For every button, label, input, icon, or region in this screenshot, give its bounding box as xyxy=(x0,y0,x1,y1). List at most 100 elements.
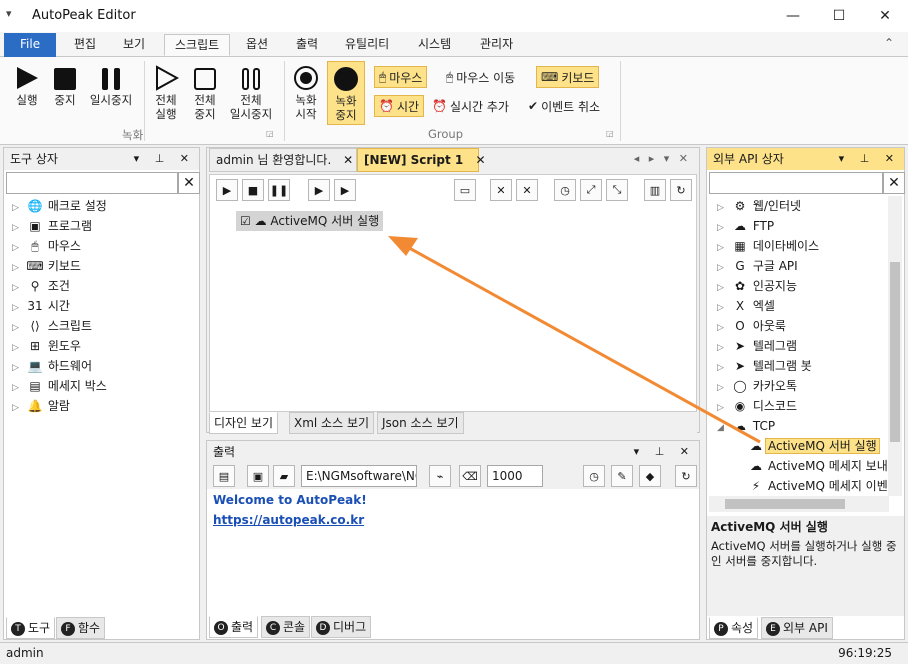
output-path-input[interactable]: E:\NGMsoftware\NG xyxy=(301,465,417,487)
close-icon[interactable]: ✕ xyxy=(343,153,353,167)
expand-arrow-icon[interactable]: ▷ xyxy=(717,278,731,298)
expand-arrow-icon[interactable]: ▷ xyxy=(12,198,26,218)
clear-search-button[interactable]: ✕ xyxy=(883,172,905,194)
pause-icon[interactable]: ❚❚ xyxy=(268,179,290,201)
clock-icon[interactable]: ◷ xyxy=(583,465,605,487)
tool-tree-item[interactable]: ▷ 🌐 매크로 설정 xyxy=(12,196,107,216)
stop-all-button[interactable]: 전체 중지 xyxy=(188,61,222,121)
dialog-launcher-icon[interactable]: ◲ xyxy=(606,129,614,138)
keyboard-record-toggle[interactable]: ⌨ 키보드 xyxy=(536,66,600,88)
tool-tree-item[interactable]: ▷ 💻 하드웨어 xyxy=(12,356,92,376)
tool-tree-item[interactable]: ▷ 31 시간 xyxy=(12,296,70,316)
tool-tree-item[interactable]: ▷ ▣ 프로그램 xyxy=(12,216,92,236)
dialog-launcher-icon[interactable]: ◲ xyxy=(266,129,274,138)
record-start-button[interactable]: 녹화 시작 xyxy=(288,61,324,121)
close-icon[interactable]: ✕ xyxy=(475,153,485,167)
api-tree-item[interactable]: ▷ ➤ 텔레그램 xyxy=(717,336,797,356)
expand-arrow-icon[interactable]: ▷ xyxy=(12,358,26,378)
expand-arrow-icon[interactable]: ▷ xyxy=(12,278,26,298)
tool-tree-item[interactable]: ▷ ▤ 메세지 박스 xyxy=(12,376,107,396)
tab-debug[interactable]: D 디버그 xyxy=(311,616,372,638)
minimize-button[interactable]: — xyxy=(770,0,816,32)
expand-arrow-icon[interactable]: ▷ xyxy=(12,298,26,318)
output-link[interactable]: https://autopeak.co.kr xyxy=(213,513,364,527)
doc-tab-script1[interactable]: [NEW] Script 1 ✕ xyxy=(357,148,486,172)
maximize-button[interactable]: ☐ xyxy=(816,0,862,32)
eraser-icon[interactable]: ⌫ xyxy=(459,465,481,487)
api-tree-item[interactable]: ▷ O 아웃룩 xyxy=(717,316,786,336)
api-tree-child[interactable]: ☁ ActiveMQ 서버 실행 xyxy=(747,436,880,456)
tab-external-api[interactable]: E 외부 API xyxy=(761,617,833,639)
api-tree-item[interactable]: ▷ G 구글 API xyxy=(717,256,798,276)
expand-arrow-icon[interactable]: ▷ xyxy=(12,258,26,278)
api-search-input[interactable] xyxy=(709,172,883,194)
tab-script[interactable]: 스크립트 xyxy=(164,34,231,56)
clock-icon[interactable]: ◷ xyxy=(554,179,576,201)
time-record-toggle[interactable]: ⏰ 시간 xyxy=(374,95,425,117)
realtime-add-toggle[interactable]: ⏰ 실시간 추가 xyxy=(428,95,513,117)
tool-tree-item[interactable]: ▷ ⌨ 키보드 xyxy=(12,256,81,276)
trash-icon[interactable]: ▥ xyxy=(644,179,666,201)
run-button[interactable]: 실행 xyxy=(10,61,44,107)
tool-tree-item[interactable]: ▷ ⚲ 조건 xyxy=(12,276,70,296)
expand-arrow-icon[interactable]: ▷ xyxy=(717,338,731,358)
expand-arrow-icon[interactable]: ▷ xyxy=(12,378,26,398)
vertical-scrollbar[interactable] xyxy=(888,196,902,496)
expand-icon[interactable]: ⤢ xyxy=(580,179,602,201)
save-icon[interactable]: ▣ xyxy=(247,465,269,487)
system-menu-icon[interactable]: ▾ xyxy=(6,7,12,20)
clear-search-button[interactable]: ✕ xyxy=(178,172,200,194)
stop-icon[interactable]: ■ xyxy=(242,179,264,201)
tab-design-view[interactable]: 디자인 보기 xyxy=(209,412,279,434)
expand-arrow-icon[interactable]: ▷ xyxy=(717,298,731,318)
api-tree-item[interactable]: ▷ ✿ 인공지능 xyxy=(717,276,797,296)
fill-icon[interactable]: ◆ xyxy=(639,465,661,487)
pause-all-button[interactable]: 전체 일시중지 xyxy=(226,61,276,121)
expand-arrow-icon[interactable]: ▷ xyxy=(717,378,731,398)
mouse-record-toggle[interactable]: 🖱 마우스 xyxy=(374,66,428,88)
expand-arrow-icon[interactable]: ▷ xyxy=(717,358,731,378)
panel-controls[interactable]: ▾ ⊥ ✕ xyxy=(839,148,900,170)
mouse-move-toggle[interactable]: 🖱 마우스 이동 xyxy=(442,66,519,88)
clean-icon[interactable]: ⌁ xyxy=(429,465,451,487)
delete-all-icon[interactable]: ✕ xyxy=(516,179,538,201)
api-tree-item[interactable]: ▷ ☁ FTP xyxy=(717,216,774,236)
horizontal-scrollbar[interactable] xyxy=(709,496,889,512)
image-icon[interactable]: ▭ xyxy=(454,179,476,201)
tab-tools[interactable]: T 도구 xyxy=(6,617,56,639)
expand-arrow-icon[interactable]: ▷ xyxy=(717,238,731,258)
refresh-icon[interactable]: ↻ xyxy=(675,465,697,487)
panel-controls[interactable]: ▾ ⊥ ✕ xyxy=(634,441,695,463)
export-icon[interactable]: ▤ xyxy=(213,465,235,487)
folder-icon[interactable]: ▰ xyxy=(273,465,295,487)
tab-output[interactable]: O 출력 xyxy=(209,616,259,638)
buffer-size-input[interactable]: 1000 xyxy=(487,465,543,487)
brush-icon[interactable]: ✎ xyxy=(611,465,633,487)
doc-nav-controls[interactable]: ◂ ▸ ▾ ✕ xyxy=(634,152,691,165)
api-tree-item[interactable]: ▷ ➤ 텔레그램 봇 xyxy=(717,356,812,376)
tab-edit[interactable]: 편집 xyxy=(64,34,106,56)
delete-icon[interactable]: ✕ xyxy=(490,179,512,201)
expand-arrow-icon[interactable]: ▷ xyxy=(717,198,731,218)
close-button[interactable]: ✕ xyxy=(862,0,908,32)
tab-utility[interactable]: 유틸리티 xyxy=(335,34,399,56)
tab-console[interactable]: C 콘솔 xyxy=(261,616,311,638)
tab-view[interactable]: 보기 xyxy=(113,34,155,56)
tool-tree-item[interactable]: ▷ ⟨⟩ 스크립트 xyxy=(12,316,92,336)
api-tree-item[interactable]: ▷ ◯ 카카오톡 xyxy=(717,376,797,396)
api-tree-item[interactable]: ▷ X 엑셀 xyxy=(717,296,775,316)
doc-tab-welcome[interactable]: admin 님 환영합니다. ✕ xyxy=(209,148,357,172)
ribbon-collapse-icon[interactable]: ⌃ xyxy=(884,36,894,50)
checkbox[interactable]: ☑ xyxy=(240,214,251,228)
tab-json-view[interactable]: Json 소스 보기 xyxy=(377,412,464,434)
expand-arrow-icon[interactable]: ▷ xyxy=(12,218,26,238)
expand-arrow-icon[interactable]: ▷ xyxy=(12,398,26,418)
tab-xml-view[interactable]: Xml 소스 보기 xyxy=(289,412,375,434)
record-stop-button[interactable]: 녹화 중지 xyxy=(327,61,365,125)
tab-output[interactable]: 출력 xyxy=(286,34,328,56)
step-icon[interactable]: ▶ xyxy=(308,179,330,201)
expand-arrow-icon[interactable]: ▷ xyxy=(717,318,731,338)
tab-admin[interactable]: 관리자 xyxy=(470,34,523,56)
tool-tree-item[interactable]: ▷ ⊞ 윈도우 xyxy=(12,336,81,356)
api-tree-item[interactable]: ▷ ⚙ 웹/인터넷 xyxy=(717,196,801,216)
